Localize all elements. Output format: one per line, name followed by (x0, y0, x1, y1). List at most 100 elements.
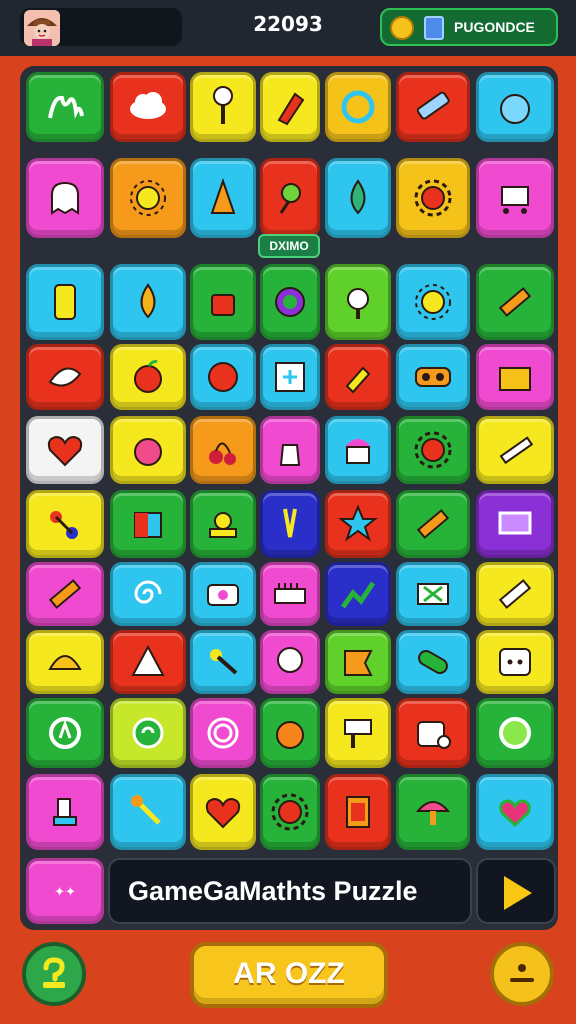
tile-bell[interactable] (190, 490, 256, 558)
tweezers-icon (283, 508, 297, 538)
tile-cupcake[interactable] (325, 416, 391, 484)
tile-swirl[interactable] (110, 562, 186, 626)
tile-ruler[interactable] (396, 72, 470, 142)
tile-pencil[interactable] (396, 490, 470, 558)
tile-screen[interactable] (476, 490, 554, 558)
screen-icon (498, 511, 532, 535)
help-button[interactable] (22, 942, 86, 1006)
tile-roller[interactable] (325, 698, 391, 768)
tile-pencil-white[interactable] (476, 562, 554, 626)
tile-sprout[interactable] (260, 158, 320, 238)
tile-stand[interactable] (26, 774, 104, 850)
tile-frame[interactable] (260, 344, 320, 410)
tile-ghost[interactable] (26, 158, 104, 238)
tile-leaf[interactable] (26, 344, 104, 410)
tile-onigiri[interactable] (110, 630, 186, 694)
tile-chart[interactable] (325, 562, 391, 626)
currency-panel[interactable]: PUGONDCE (380, 8, 558, 46)
tile-gear[interactable] (260, 774, 320, 850)
tile-spiral[interactable] (110, 698, 186, 768)
wand-icon (210, 649, 238, 675)
bonus-tile[interactable]: ✦✦ (26, 858, 104, 924)
apple-icon (134, 360, 162, 393)
tile-brush[interactable] (476, 416, 554, 484)
leaf-icon (48, 367, 82, 387)
tile-ring[interactable] (325, 72, 391, 142)
tile-shell[interactable] (26, 630, 104, 694)
question-icon (43, 957, 65, 988)
tile-pencil[interactable] (476, 264, 554, 340)
tile-lime[interactable] (476, 698, 554, 768)
star-icon (338, 504, 378, 542)
tile-bubble[interactable] (476, 72, 554, 142)
comb-icon (274, 583, 306, 604)
gear-icon (414, 179, 452, 217)
tile-bubble-white[interactable] (260, 630, 320, 694)
pencil-white-icon (498, 579, 532, 609)
tile-dice[interactable] (476, 630, 554, 694)
tile-cherry[interactable] (190, 416, 256, 484)
tile-tweezers[interactable] (260, 490, 320, 558)
tile-binocular[interactable] (396, 344, 470, 410)
action-button[interactable]: AR OZZ (190, 942, 388, 1008)
player-panel[interactable] (20, 8, 182, 46)
tile-pot[interactable] (190, 264, 256, 340)
tile-cube[interactable] (110, 490, 186, 558)
tile-comb[interactable] (260, 562, 320, 626)
tile-flag[interactable] (325, 630, 391, 694)
menu-button[interactable] (490, 942, 554, 1006)
tile-sun[interactable] (396, 264, 470, 340)
ruler-icon (416, 91, 450, 120)
tile-crayon[interactable] (260, 72, 320, 142)
chart-icon (340, 581, 376, 609)
pencil-icon (48, 579, 82, 609)
tile-spark-wand[interactable] (110, 774, 186, 850)
tile-cart[interactable] (476, 158, 554, 238)
tile-gear[interactable] (396, 416, 470, 484)
swirl-icon (134, 580, 162, 604)
tile-target[interactable] (260, 264, 320, 340)
tile-camera[interactable] (190, 562, 256, 626)
tile-radio[interactable] (396, 698, 470, 768)
tile-cone[interactable] (190, 158, 256, 238)
tile-drop[interactable] (325, 158, 391, 238)
tile-orange[interactable] (260, 698, 320, 768)
face-icon (347, 288, 369, 319)
play-button[interactable] (476, 858, 556, 924)
tile-apple[interactable] (110, 344, 186, 410)
tile-gear[interactable] (396, 158, 470, 238)
onigiri-icon (131, 644, 165, 676)
tile-heart-leaf[interactable] (476, 774, 554, 850)
tile-pencil[interactable] (26, 562, 104, 626)
tile-ticket[interactable] (396, 562, 470, 626)
tile-sun[interactable] (110, 158, 186, 238)
tile-box[interactable] (476, 344, 554, 410)
tile-ball[interactable] (190, 344, 256, 410)
tile-face[interactable] (325, 264, 391, 340)
tile-capsule[interactable] (396, 630, 470, 694)
tile-apple-pink[interactable] (110, 416, 186, 484)
tile-phone[interactable] (26, 264, 104, 340)
flag-icon (344, 650, 373, 676)
tile-heart[interactable] (190, 774, 256, 850)
player-avatar[interactable] (24, 10, 60, 46)
ghost-icon (51, 181, 79, 215)
tile-fries[interactable] (325, 344, 391, 410)
drop-icon (350, 179, 366, 215)
tile-flower[interactable] (26, 490, 104, 558)
tile-star[interactable] (325, 490, 391, 558)
tile-wand[interactable] (190, 630, 256, 694)
tile-drop-gold[interactable] (110, 264, 186, 340)
tile-cloud[interactable] (110, 72, 186, 142)
sun-icon (415, 284, 451, 320)
tile-bag[interactable] (260, 416, 320, 484)
tile-book[interactable] (325, 774, 391, 850)
cube-icon (134, 512, 162, 538)
tile-heart[interactable] (26, 416, 104, 484)
hand-scribble-icon (48, 95, 84, 119)
tile-key[interactable] (190, 72, 256, 142)
tile-mushroom[interactable] (396, 774, 470, 850)
tile-recycle[interactable] (26, 698, 104, 768)
tile-maze[interactable] (190, 698, 256, 768)
tile-hand-scribble[interactable] (26, 72, 104, 142)
